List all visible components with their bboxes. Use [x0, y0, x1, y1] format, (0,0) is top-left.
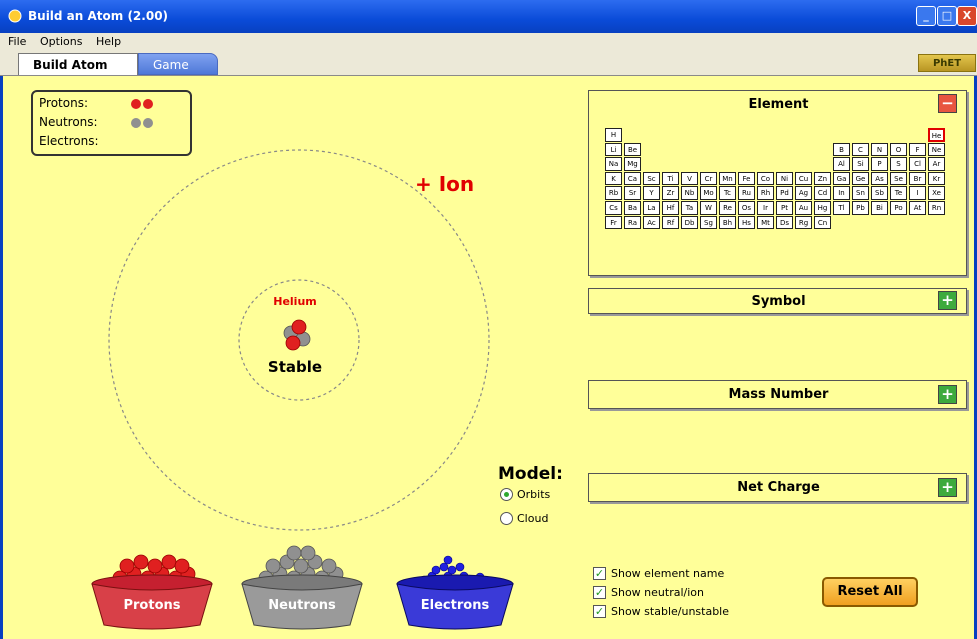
bucket-proton[interactable] — [174, 558, 190, 574]
bucket-proton[interactable] — [119, 558, 135, 574]
bucket-proton[interactable] — [161, 554, 177, 570]
electrons-bucket[interactable] — [396, 555, 514, 630]
protons-bucket[interactable] — [91, 554, 213, 630]
bucket-proton[interactable] — [147, 558, 163, 574]
electrons-bucket-label: Electrons — [420, 598, 490, 613]
bucket-electron[interactable] — [455, 562, 465, 572]
bucket-neutron[interactable] — [321, 558, 337, 574]
bucket-neutron[interactable] — [293, 558, 309, 574]
bucket-electron[interactable] — [439, 562, 449, 572]
neutrons-bucket-label: Neutrons — [268, 598, 336, 613]
particle-buckets — [91, 545, 514, 630]
bucket-proton[interactable] — [133, 554, 149, 570]
bucket-neutron[interactable] — [286, 545, 302, 561]
bucket-electron[interactable] — [447, 565, 457, 575]
bucket-neutron[interactable] — [265, 558, 281, 574]
bucket-electron[interactable] — [431, 565, 441, 575]
protons-bucket-label: Protons — [123, 598, 181, 613]
bucket-neutron[interactable] — [300, 545, 316, 561]
bucket-electron[interactable] — [443, 555, 453, 565]
neutrons-bucket[interactable] — [241, 545, 363, 630]
